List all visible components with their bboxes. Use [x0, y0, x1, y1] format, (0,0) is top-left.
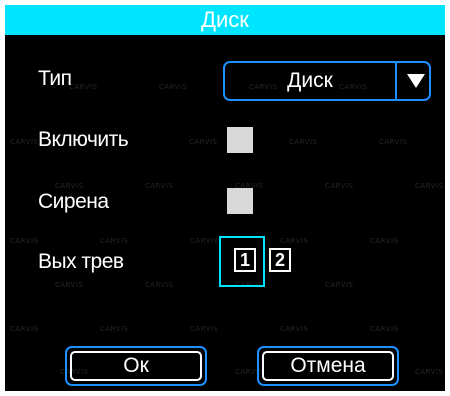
- watermark-text: CARVIS: [325, 281, 354, 289]
- watermark-text: CARVIS: [145, 281, 174, 289]
- type-select-value: Диск: [287, 69, 333, 92]
- watermark-text: CARVIS: [325, 182, 354, 190]
- watermark-text: CARVIS: [10, 138, 39, 146]
- enable-checkbox[interactable]: [227, 127, 253, 153]
- watermark-text: CARVIS: [10, 237, 39, 245]
- alarm-channel-1[interactable]: 1: [234, 248, 256, 272]
- watermark-text: CARVIS: [159, 83, 188, 91]
- watermark-text: CARVIS: [69, 83, 98, 91]
- watermark-text: CARVIS: [280, 237, 309, 245]
- enable-label: Включить: [38, 128, 129, 151]
- type-label: Тип: [38, 67, 72, 90]
- alarm-channel-2[interactable]: 2: [269, 248, 291, 272]
- cancel-button[interactable]: Отмена: [257, 346, 399, 386]
- siren-checkbox[interactable]: [227, 188, 253, 214]
- watermark-text: CARVIS: [280, 325, 309, 333]
- watermark-text: CARVIS: [189, 138, 218, 146]
- watermark-text: CARVIS: [55, 281, 84, 289]
- dialog-title: Диск: [5, 5, 445, 35]
- watermark-text: CARVIS: [370, 325, 399, 333]
- siren-label: Сирена: [38, 190, 109, 213]
- disk-dialog: Диск CARVIS CARVIS CARVIS CARVIS CARVIS …: [5, 5, 445, 391]
- watermark-text: CARVIS: [55, 182, 84, 190]
- cancel-button-label: Отмена: [262, 351, 394, 381]
- watermark-text: CARVIS: [379, 138, 408, 146]
- triangle-down-icon[interactable]: [407, 74, 425, 88]
- watermark-text: CARVIS: [100, 325, 129, 333]
- select-divider: [395, 63, 397, 99]
- ok-button[interactable]: Ок: [65, 346, 207, 386]
- watermark-text: CARVIS: [10, 325, 39, 333]
- watermark-text: CARVIS: [145, 182, 174, 190]
- watermark-text: CARVIS: [190, 237, 219, 245]
- type-select[interactable]: Диск: [223, 61, 431, 101]
- watermark-text: CARVIS: [100, 237, 129, 245]
- watermark-text: CARVIS: [370, 237, 399, 245]
- watermark-text: CARVIS: [289, 138, 318, 146]
- alarm-out-label: Вых трев: [38, 250, 124, 273]
- watermark-text: CARVIS: [415, 368, 444, 376]
- watermark-text: CARVIS: [190, 325, 219, 333]
- watermark-text: CARVIS: [415, 182, 444, 190]
- ok-button-label: Ок: [70, 351, 202, 381]
